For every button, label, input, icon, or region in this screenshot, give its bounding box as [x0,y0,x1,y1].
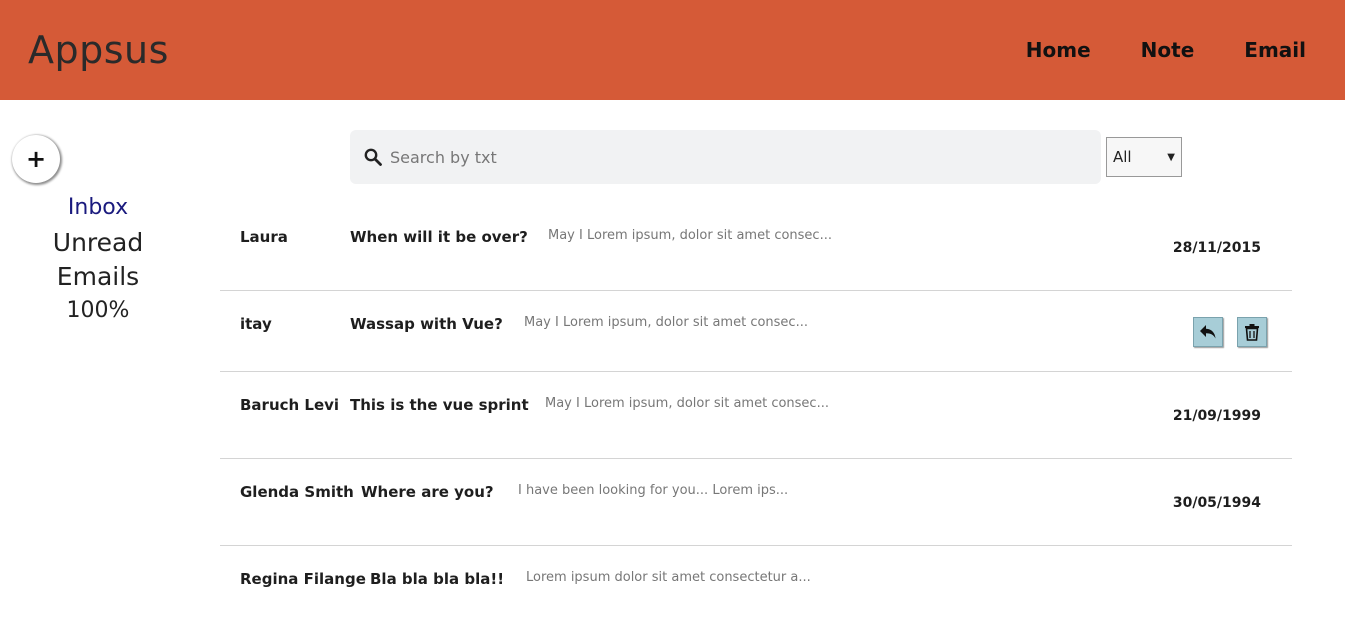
email-from: itay [240,315,272,333]
email-preview: May I Lorem ipsum, dolor sit amet consec… [548,228,832,243]
filter-select[interactable]: All ▼ [1106,137,1182,177]
chevron-down-icon: ▼ [1167,151,1175,163]
app-logo[interactable]: Appsus [28,28,169,72]
sidebar: Inbox Unread Emails 100% [0,195,196,323]
email-from: Laura [240,228,288,246]
email-row[interactable]: itay Wassap with Vue? May I Lorem ipsum,… [220,291,1292,372]
search-input[interactable] [390,147,1040,167]
nav-email[interactable]: Email [1244,38,1306,62]
email-subject: Wassap with Vue? [350,315,503,333]
reply-button[interactable] [1193,317,1223,347]
app-header: Appsus Home Note Email [0,0,1345,100]
email-date: 28/11/2015 [1172,240,1261,256]
email-subject: Bla bla bla bla!! [370,570,505,588]
email-row[interactable]: Laura When will it be over? May I Lorem … [220,204,1292,291]
email-row[interactable]: Baruch Levi This is the vue sprint May I… [220,372,1292,459]
search-bar [350,130,1101,184]
email-preview: Lorem ipsum dolor sit amet consectetur a… [526,570,811,585]
compose-button[interactable]: + [12,135,60,183]
main-nav: Home Note Email [1026,38,1306,62]
email-preview: May I Lorem ipsum, dolor sit amet consec… [545,396,829,411]
filter-value: All [1113,148,1132,166]
email-list: Laura When will it be over? May I Lorem … [220,204,1292,633]
email-subject: Where are you? [361,483,494,501]
delete-button[interactable] [1237,317,1267,347]
email-from: Regina Filange [240,570,366,588]
nav-home[interactable]: Home [1026,38,1091,62]
email-from: Baruch Levi [240,396,340,414]
nav-note[interactable]: Note [1141,38,1195,62]
email-preview: May I Lorem ipsum, dolor sit amet consec… [524,315,808,330]
email-row[interactable]: Glenda Smith Where are you? I have been … [220,459,1292,546]
email-subject: This is the vue sprint [350,396,529,414]
plus-icon: + [25,145,47,173]
email-actions [1179,317,1267,347]
unread-label-line2: Emails [56,262,140,291]
sidebar-item-inbox[interactable]: Inbox [0,195,196,220]
email-row[interactable]: Regina Filange Bla bla bla bla!! Lorem i… [220,546,1292,633]
email-preview: I have been looking for you... Lorem ips… [518,483,789,498]
email-subject: When will it be over? [350,228,528,246]
search-icon [364,148,382,166]
email-date: 21/09/1999 [1172,408,1261,424]
reply-icon [1200,325,1216,339]
unread-percent: 100% [66,298,130,323]
email-date: 30/05/1994 [1172,495,1261,511]
email-from: Glenda Smith [240,483,354,501]
trash-icon [1245,324,1259,341]
unread-label-line1: Unread [52,228,144,257]
